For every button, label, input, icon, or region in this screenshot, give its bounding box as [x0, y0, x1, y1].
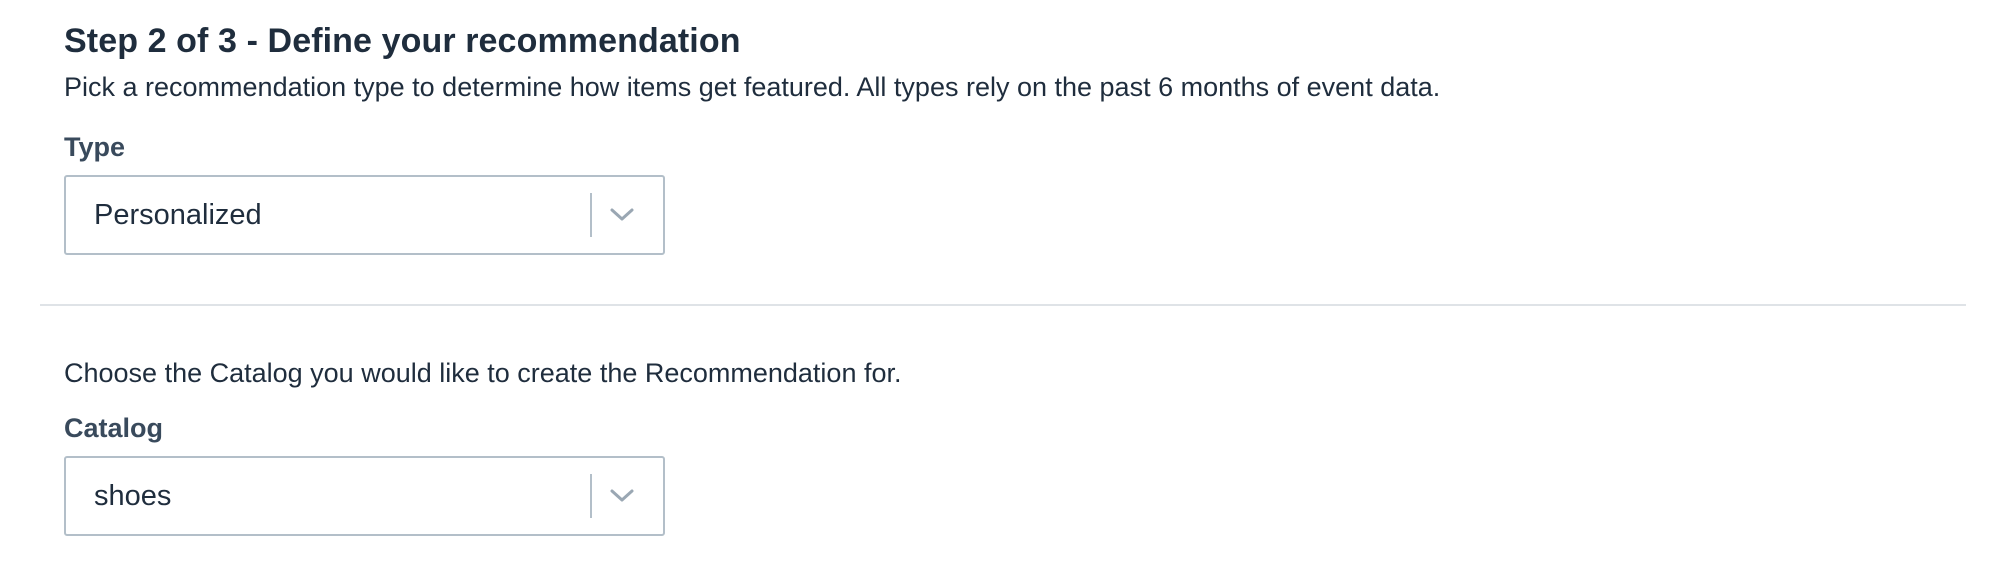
recommendation-step-panel: Step 2 of 3 - Define your recommendation…: [0, 0, 2006, 570]
section-divider: [40, 304, 1966, 306]
step-title: Step 2 of 3 - Define your recommendation: [64, 22, 741, 60]
catalog-select[interactable]: shoes: [64, 456, 665, 536]
chevron-down-icon[interactable]: [604, 480, 640, 512]
catalog-select-value: shoes: [94, 480, 172, 512]
type-label: Type: [64, 132, 126, 162]
catalog-section-description: Choose the Catalog you would like to cre…: [64, 358, 902, 388]
chevron-down-icon[interactable]: [604, 199, 640, 231]
step-description: Pick a recommendation type to determine …: [64, 72, 1441, 102]
type-select[interactable]: Personalized: [64, 175, 665, 255]
catalog-label: Catalog: [64, 413, 164, 443]
type-select-separator: [590, 193, 592, 237]
catalog-select-separator: [590, 474, 592, 518]
type-select-value: Personalized: [94, 199, 262, 231]
